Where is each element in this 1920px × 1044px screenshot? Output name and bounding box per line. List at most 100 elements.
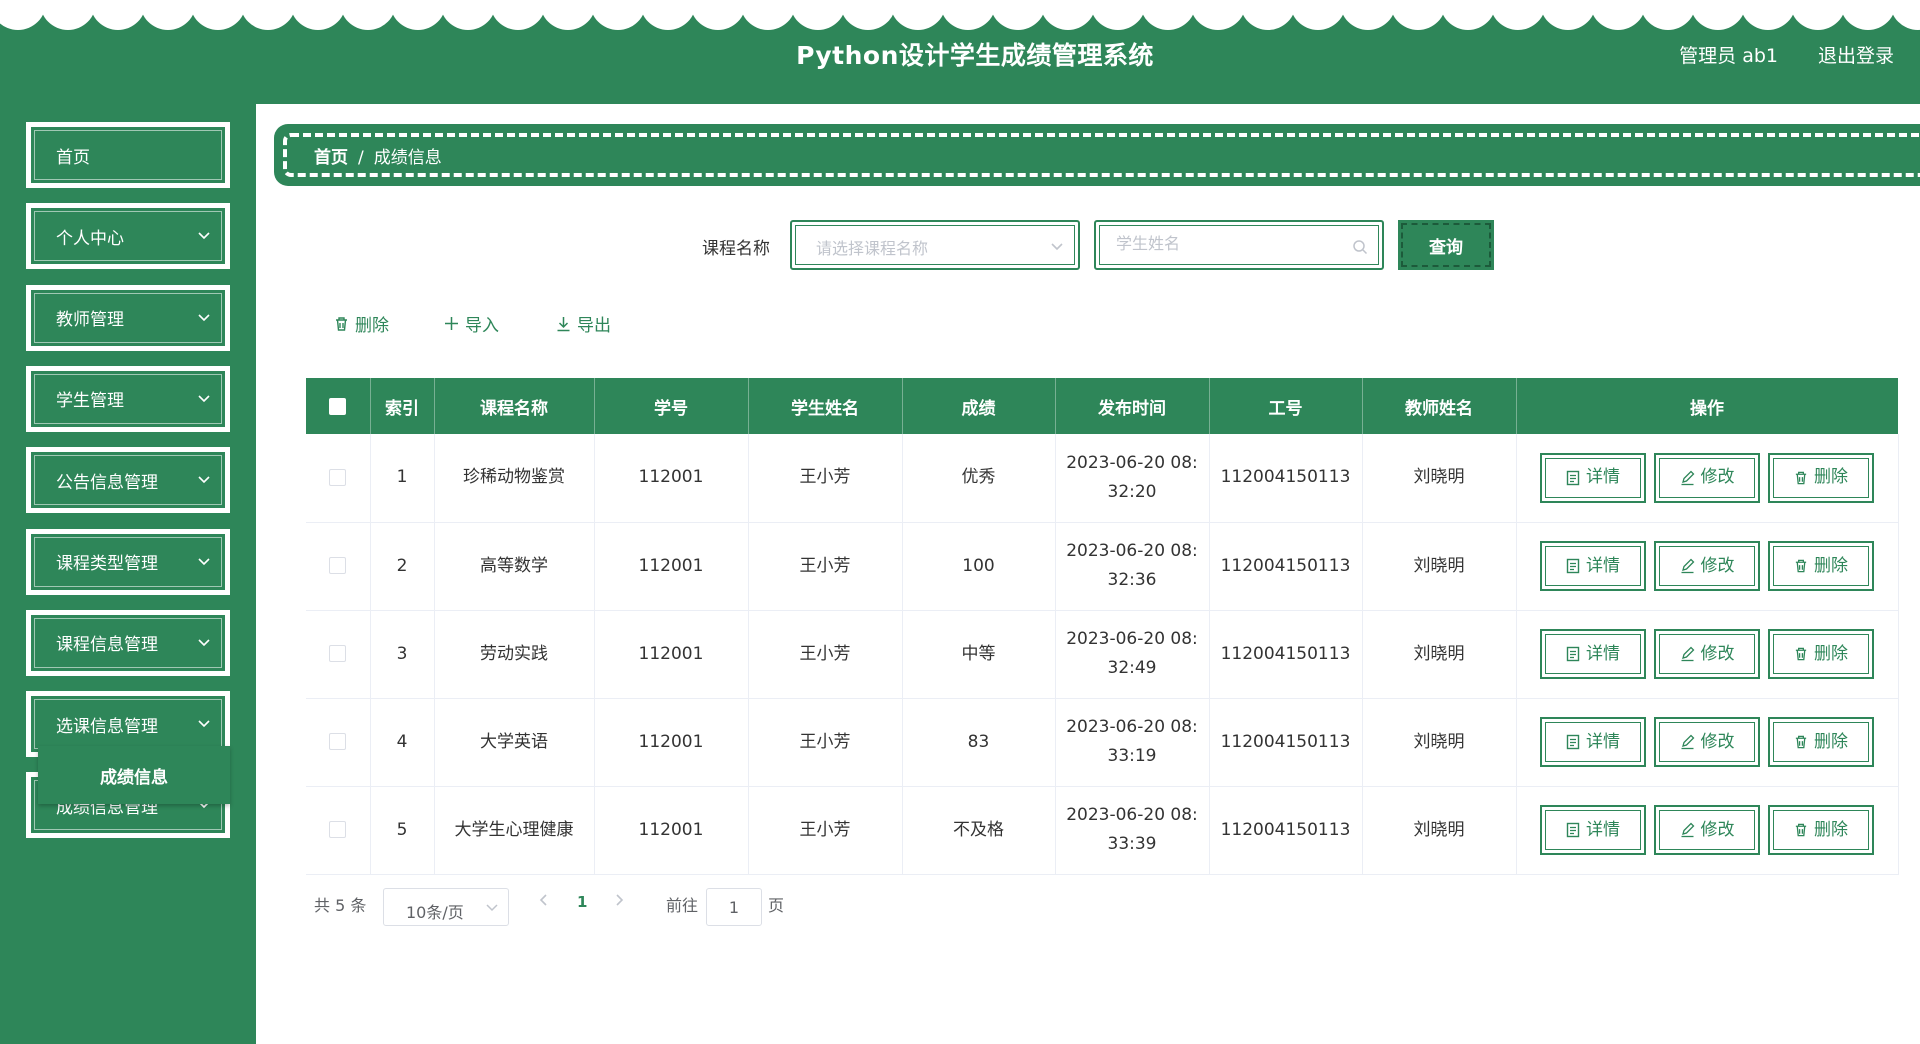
goto-page-input[interactable] — [706, 888, 762, 926]
row-delete-button[interactable]: 删除 — [1768, 452, 1874, 503]
table-row[interactable]: 4 大学英语 112001 王小芳 83 2023-06-20 08: 33:19 11200… — [306, 698, 1899, 787]
breadcrumb-home-link[interactable]: 首页 — [314, 148, 348, 168]
table-body: 1 珍稀动物鉴赏 112001 王小芳 优秀 2023-06-20 08: 32:20 112… — [306, 434, 1899, 875]
cell-publish-time: 2023-06-20 08: 32:49 — [1055, 610, 1210, 699]
cell-student-no: 112001 — [594, 434, 749, 523]
column-header: 学号 — [594, 378, 749, 434]
student-name-field[interactable] — [1094, 220, 1384, 270]
page-number-current[interactable]: 1 — [577, 893, 587, 911]
cell-index: 3 — [370, 610, 435, 699]
row-select-cell[interactable] — [306, 698, 371, 787]
cell-teacher-no: 112004150113 — [1209, 698, 1363, 787]
detail-button[interactable]: 详情 — [1540, 629, 1646, 679]
chevron-down-icon — [198, 639, 210, 646]
prev-page-icon[interactable] — [539, 893, 549, 907]
export-button[interactable]: 导出 — [556, 311, 611, 336]
row-select-cell[interactable] — [306, 786, 371, 875]
row-delete-button[interactable]: 删除 — [1768, 541, 1874, 591]
scallop-decoration — [0, 0, 1920, 30]
edit-button[interactable]: 修改 — [1654, 629, 1760, 679]
row-select-cell[interactable] — [306, 522, 371, 611]
row-checkbox[interactable] — [329, 821, 347, 838]
select-all-cell[interactable] — [306, 378, 371, 434]
select-all-checkbox[interactable] — [329, 397, 347, 415]
cell-publish-time: 2023-06-20 08: 32:20 — [1055, 434, 1210, 523]
edit-button[interactable]: 修改 — [1654, 717, 1760, 767]
chevron-down-icon — [198, 314, 210, 321]
detail-button-label: 详情 — [1586, 643, 1620, 664]
table-row[interactable]: 1 珍稀动物鉴赏 112001 王小芳 优秀 2023-06-20 08: 32:20 112… — [306, 434, 1899, 523]
edit-button[interactable]: 修改 — [1654, 452, 1760, 503]
course-name-select[interactable]: 请选择课程名称 — [790, 220, 1080, 270]
sidebar-item-notice-management[interactable]: 公告信息管理 — [26, 447, 230, 514]
cell-index: 2 — [370, 522, 435, 611]
bulk-delete-button[interactable]: 删除 — [334, 311, 389, 336]
chevron-down-icon — [198, 720, 210, 728]
edit-icon — [1681, 822, 1694, 838]
detail-button[interactable]: 详情 — [1540, 452, 1646, 503]
page-size-value: 10条/页 — [406, 903, 464, 922]
sidebar-item-student-management[interactable]: 学生管理 — [26, 365, 230, 432]
scallop-shape — [290, 0, 346, 30]
row-checkbox[interactable] — [329, 468, 347, 486]
sidebar-item-home[interactable]: 首页 — [26, 122, 230, 188]
row-delete-button[interactable]: 删除 — [1768, 717, 1874, 767]
sidebar-subitem-score-info[interactable]: 成绩信息 — [38, 746, 230, 804]
row-select-cell[interactable] — [306, 434, 371, 523]
row-checkbox[interactable] — [329, 557, 347, 574]
table-header-row: 索引 课程名称 学号 学生姓名 成绩 发布时间 工号 教师姓名 操作 — [306, 378, 1899, 434]
row-delete-button[interactable]: 删除 — [1768, 629, 1874, 679]
row-delete-button[interactable]: 删除 — [1768, 805, 1874, 855]
publish-time-line1: 2023-06-20 08: — [1066, 541, 1198, 561]
table-row[interactable]: 5 大学生心理健康 112001 王小芳 不及格 2023-06-20 08: 33:39 1… — [306, 786, 1899, 875]
publish-time-line1: 2023-06-20 08: — [1066, 629, 1198, 649]
cell-score: 不及格 — [902, 786, 1056, 875]
document-icon — [1566, 822, 1580, 838]
next-page-icon[interactable] — [614, 893, 624, 907]
table-row[interactable]: 2 高等数学 112001 王小芳 100 2023-06-20 08: 32:36 1120… — [306, 522, 1899, 611]
detail-button[interactable]: 详情 — [1540, 717, 1646, 767]
page-size-select[interactable]: 10条/页 — [383, 888, 509, 926]
row-checkbox[interactable] — [329, 733, 347, 750]
query-button[interactable]: 查询 — [1398, 220, 1494, 270]
cell-index: 5 — [370, 786, 435, 875]
column-header: 操作 — [1516, 378, 1899, 434]
table-row[interactable]: 3 劳动实践 112001 王小芳 中等 2023-06-20 08: 32:49 11200… — [306, 610, 1899, 699]
chevron-down-icon — [198, 557, 210, 565]
scallop-shape — [1740, 0, 1796, 30]
document-icon — [1566, 470, 1580, 485]
breadcrumb: 首页 / 成绩信息 — [314, 143, 442, 168]
scallop-shape — [740, 0, 796, 30]
sidebar-item-personal-center[interactable]: 个人中心 — [26, 203, 230, 270]
sidebar-item-course-info-management[interactable]: 课程信息管理 — [26, 609, 230, 676]
cell-teacher-no: 112004150113 — [1209, 786, 1363, 875]
detail-button[interactable]: 详情 — [1540, 541, 1646, 591]
column-header: 教师姓名 — [1362, 378, 1517, 434]
row-checkbox[interactable] — [329, 645, 347, 662]
scallop-shape — [690, 0, 746, 30]
edit-button[interactable]: 修改 — [1654, 541, 1760, 591]
trash-icon — [1795, 471, 1807, 485]
sidebar-item-teacher-management[interactable]: 教师管理 — [26, 284, 230, 351]
row-delete-button-label: 删除 — [1814, 467, 1848, 488]
cell-student-name: 王小芳 — [748, 522, 903, 611]
sidebar-item-course-type-management[interactable]: 课程类型管理 — [26, 528, 230, 595]
edit-icon — [1681, 470, 1694, 485]
chevron-down-icon — [1051, 243, 1063, 251]
edit-button[interactable]: 修改 — [1654, 805, 1760, 855]
chevron-down-icon — [198, 395, 210, 403]
cell-student-no: 112001 — [594, 610, 749, 699]
scallop-shape — [40, 0, 96, 30]
cell-index: 1 — [370, 434, 435, 523]
course-name-label: 课程名称 — [702, 239, 770, 259]
edit-button-label: 修改 — [1700, 643, 1735, 664]
publish-time-line1: 2023-06-20 08: — [1066, 717, 1198, 737]
publish-time-line2: 32:20 — [1107, 481, 1157, 502]
student-name-input[interactable] — [1116, 234, 1336, 253]
logout-button[interactable]: 退出登录 — [1818, 41, 1894, 68]
row-select-cell[interactable] — [306, 610, 371, 699]
import-button[interactable]: 导入 — [444, 311, 499, 336]
bulk-delete-label: 删除 — [355, 316, 389, 336]
detail-button[interactable]: 详情 — [1540, 805, 1646, 855]
scallop-shape — [990, 0, 1046, 30]
